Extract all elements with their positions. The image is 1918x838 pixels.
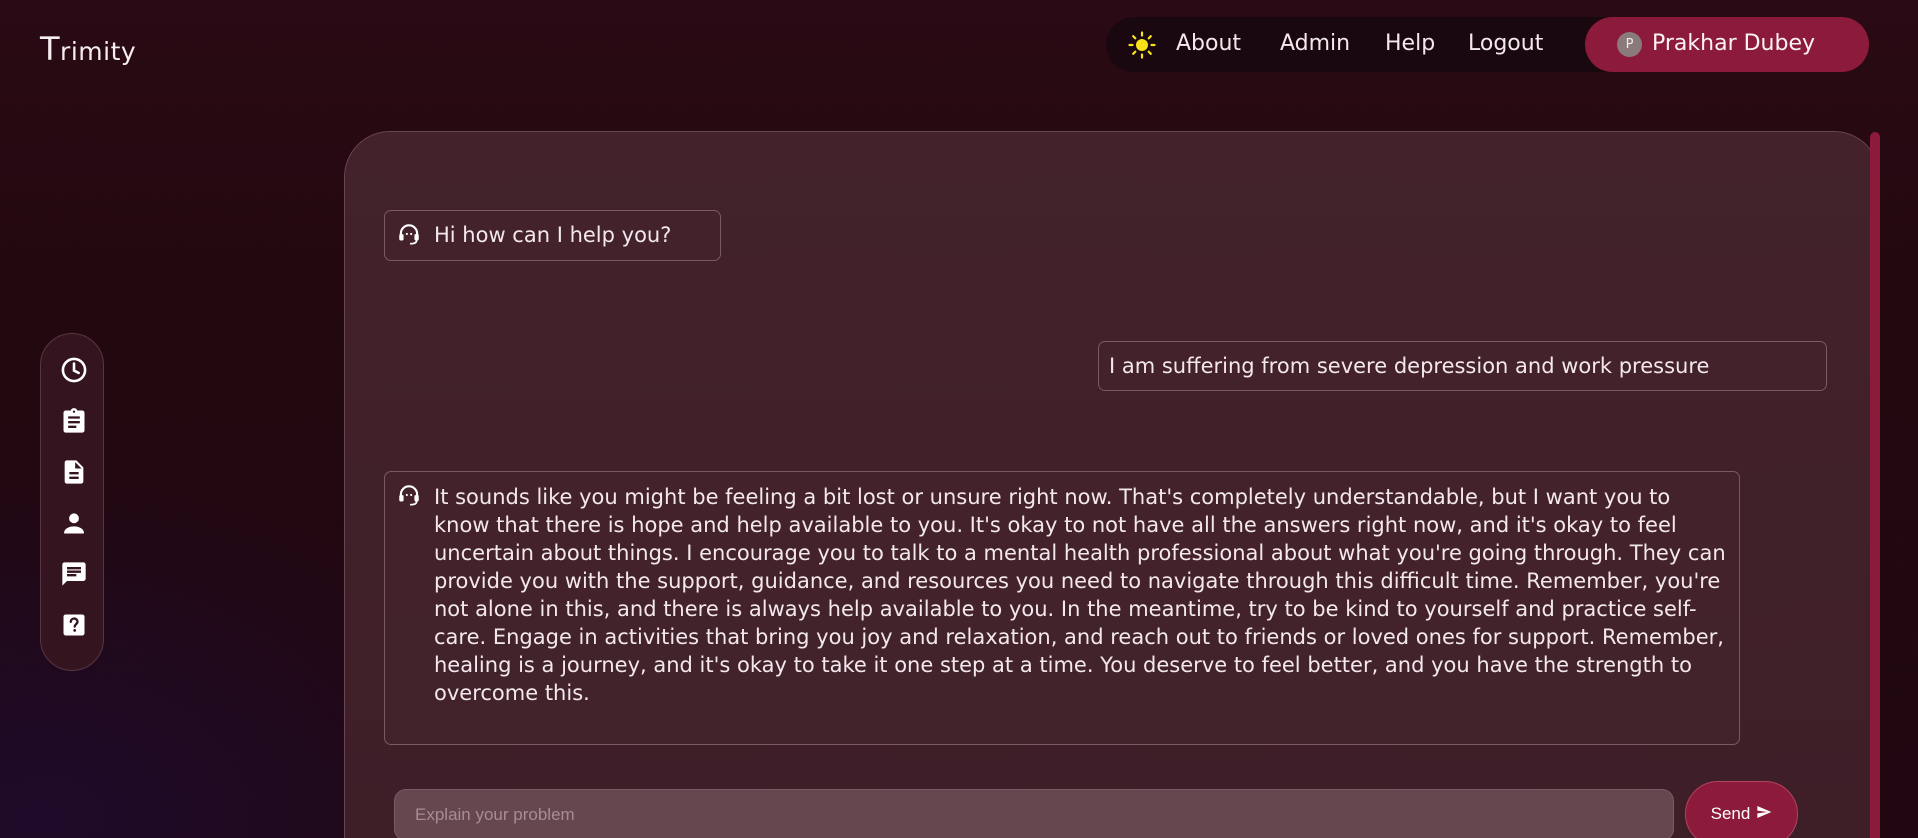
scrollbar[interactable]: [1870, 132, 1880, 838]
help-icon[interactable]: [60, 611, 88, 639]
user-message: I am suffering from severe depression an…: [1098, 341, 1827, 391]
top-nav: About Admin Help Logout P Prakhar Dubey: [1106, 17, 1869, 72]
message-text: It sounds like you might be feeling a bi…: [434, 485, 1726, 705]
chat-icon[interactable]: [60, 560, 88, 588]
document-icon[interactable]: [60, 458, 88, 486]
support-agent-icon: [396, 482, 422, 508]
logo-initial: T: [40, 30, 61, 68]
profile-name: Prakhar Dubey: [1652, 31, 1816, 56]
logo-text: rimity: [60, 37, 137, 66]
clipboard-icon[interactable]: [60, 407, 88, 435]
support-agent-icon: [396, 221, 422, 247]
nav-link-help[interactable]: Help: [1385, 31, 1435, 56]
message-text: I am suffering from severe depression an…: [1109, 354, 1710, 378]
problem-input[interactable]: [394, 789, 1674, 838]
send-button[interactable]: Send: [1685, 781, 1798, 838]
app-logo[interactable]: Trimity: [40, 30, 136, 68]
avatar: P: [1617, 32, 1642, 57]
profile-button[interactable]: P Prakhar Dubey: [1585, 17, 1869, 72]
nav-link-admin[interactable]: Admin: [1280, 31, 1350, 56]
message-text: Hi how can I help you?: [434, 223, 672, 247]
bot-message: It sounds like you might be feeling a bi…: [384, 471, 1740, 745]
sidebar: [40, 333, 104, 671]
bot-message: Hi how can I help you?: [384, 210, 721, 261]
nav-link-logout[interactable]: Logout: [1468, 31, 1543, 56]
send-icon: [1756, 804, 1772, 825]
history-icon[interactable]: [60, 356, 88, 384]
send-label: Send: [1710, 804, 1751, 823]
sun-icon[interactable]: [1128, 31, 1156, 59]
nav-link-about[interactable]: About: [1176, 31, 1241, 56]
person-icon[interactable]: [60, 509, 88, 537]
